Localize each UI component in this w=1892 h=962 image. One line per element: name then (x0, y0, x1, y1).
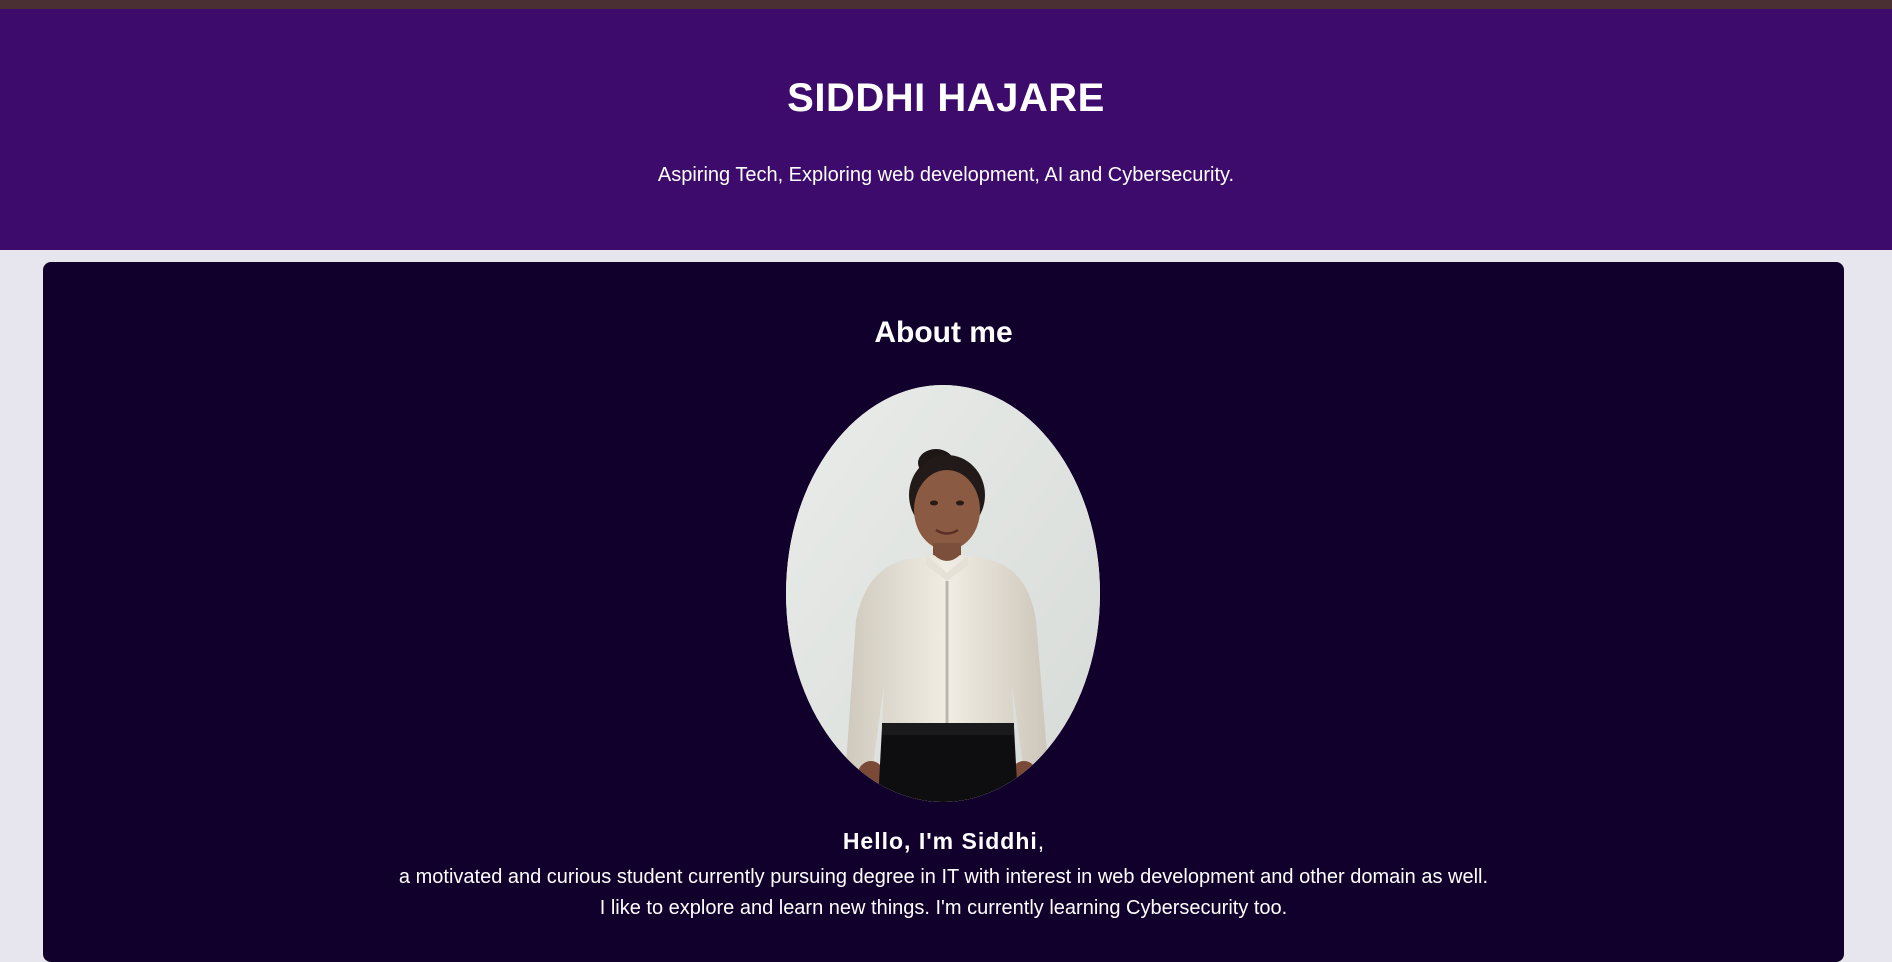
greeting: Hello, I'm Siddhi, (43, 828, 1844, 855)
site-title: SIDDHI HAJARE (787, 76, 1105, 120)
bio-line-1: a motivated and curious student currentl… (398, 866, 1489, 888)
about-heading: About me (874, 316, 1013, 349)
greeting-name: Hello, I'm Siddhi (842, 828, 1038, 854)
profile-photo-illustration (786, 385, 1100, 802)
browser-top-strip (0, 0, 1892, 9)
site-header: SIDDHI HAJARE Aspiring Tech, Exploring w… (0, 9, 1892, 250)
profile-photo (786, 385, 1100, 802)
greeting-comma: , (1037, 828, 1045, 854)
site-tagline: Aspiring Tech, Exploring web development… (657, 164, 1235, 186)
about-section: About me Hello, I'm Siddhi, a motivated … (43, 262, 1844, 962)
